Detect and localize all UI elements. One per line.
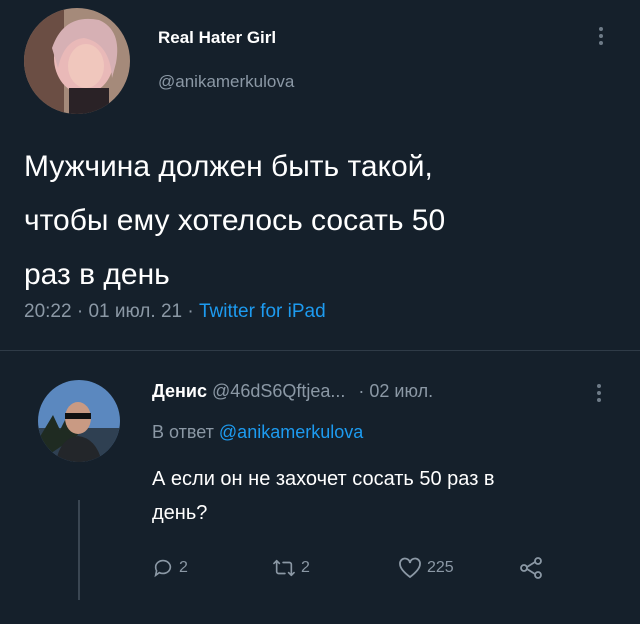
reply-text-line: день? [152,502,208,524]
reply-avatar[interactable] [38,380,120,462]
tweet-source[interactable]: Twitter for iPad [199,301,326,322]
reply-header: Денис @46dS6Qftjea... · 02 июл. [152,381,433,402]
tweet-time[interactable]: 20:22 [24,301,72,322]
author-display-name[interactable]: Real Hater Girl [158,28,276,48]
reply-button[interactable]: 2 [152,557,188,579]
reply-display-name[interactable]: Денис [152,381,207,401]
tweet-date[interactable]: 01 июл. 21 [88,301,182,322]
reply-to-handle[interactable]: @anikamerkulova [219,422,363,442]
tweet-more-icon[interactable] [597,27,605,45]
meta-separator: · [76,301,84,322]
tweet-text-line: Мужчина должен быть такой, [24,150,433,183]
divider [0,350,640,351]
meta-separator: · [187,301,194,322]
reply-text-line: А если он не захочет сосать 50 раз в [152,468,495,490]
reply-more-icon[interactable] [595,384,603,402]
reply-icon [152,557,174,579]
retweet-button[interactable]: 2 [272,557,310,579]
like-count: 225 [427,559,454,576]
tweet-text-line: раз в день [24,258,170,291]
tweet-meta: 20:22 · 01 июл. 21 · Twitter for iPad [24,301,326,323]
tweet-text-line: чтобы ему хотелось сосать 50 [24,204,446,237]
reply-count: 2 [179,559,188,576]
reply-handle[interactable]: @46dS6Qftjea... [212,381,345,401]
reply-context: В ответ @anikamerkulova [152,422,363,443]
reply-date[interactable]: · 02 июл. [358,381,433,401]
reply-text: А если он не захочет сосать 50 раз в ден… [152,462,622,530]
retweet-icon [272,557,296,579]
reply-to-label: В ответ [152,422,214,442]
share-button[interactable] [518,556,544,580]
heart-icon [398,557,422,579]
author-avatar[interactable] [24,8,130,114]
like-button[interactable]: 225 [398,557,454,579]
retweet-count: 2 [301,559,310,576]
author-handle[interactable]: @anikamerkulova [158,72,294,92]
thread-line [78,500,80,600]
share-icon [518,556,544,580]
tweet-text: Мужчина должен быть такой, чтобы ему хот… [24,140,624,302]
